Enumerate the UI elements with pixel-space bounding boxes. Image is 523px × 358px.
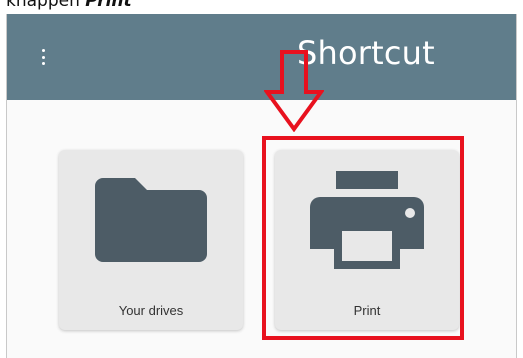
app-toolbar: Shortcut [7,14,516,100]
caption-prefix: knappen [6,0,86,11]
your-drives-tile[interactable]: Your drives [59,150,243,330]
more-vert-icon[interactable] [37,46,49,68]
menu-dot [41,55,45,59]
instruction-caption: knappen Print [6,0,132,11]
folder-icon [59,150,243,290]
your-drives-label: Your drives [118,303,184,318]
page-title: Shortcut [297,34,435,72]
print-label: Print [353,303,381,318]
printer-icon [275,150,459,290]
print-tile[interactable]: Print [275,150,459,330]
app-window: Shortcut Your drives Print [6,14,517,358]
menu-dot [41,49,45,52]
caption-emphasis: Print [85,0,132,11]
screenshot-page: knappen Print Shortcut Your drives Print [0,0,523,358]
shortcut-grid: Your drives Print [7,100,516,358]
menu-dot [41,62,45,65]
